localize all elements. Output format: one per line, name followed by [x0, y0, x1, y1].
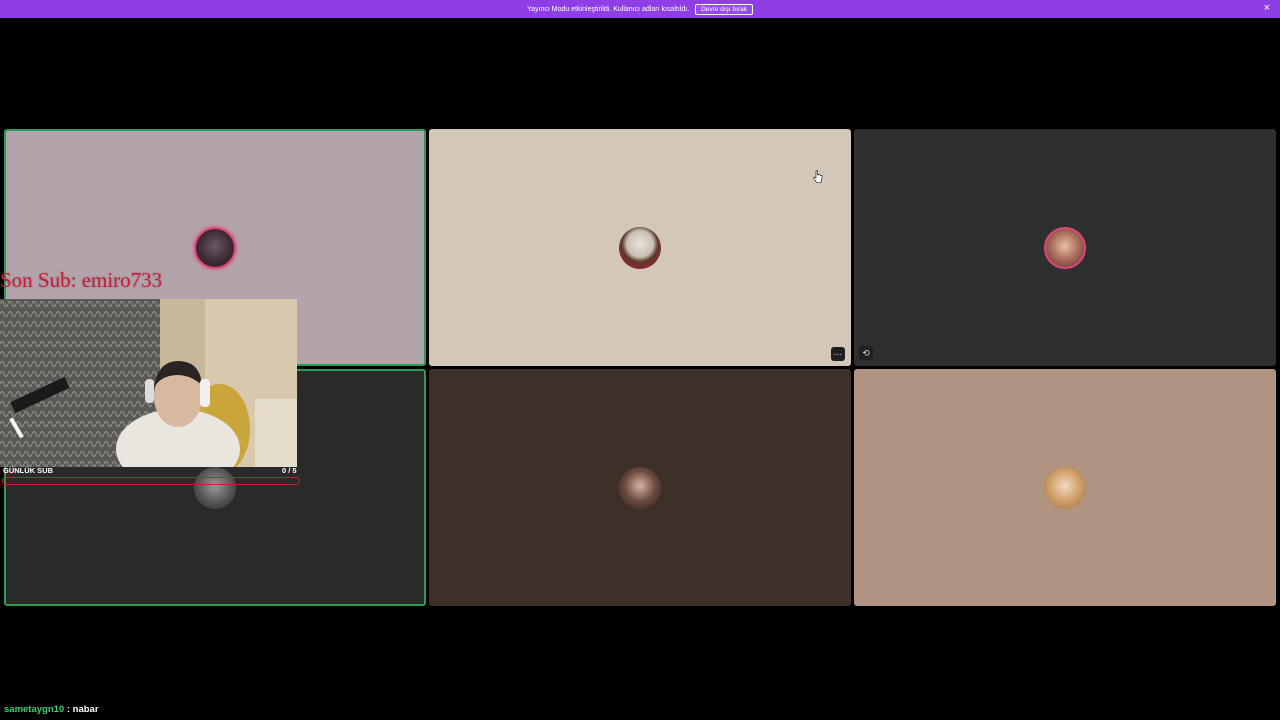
- daily-sub-count: 0 / 5: [282, 466, 297, 475]
- close-icon[interactable]: ×: [1264, 2, 1270, 14]
- streamer-mode-message: Yayıncı Modu etkinleştirildi. Kullanıcı …: [527, 5, 690, 13]
- participant-tile-5[interactable]: [429, 369, 851, 606]
- more-options-icon[interactable]: ⋯: [831, 347, 845, 361]
- chat-separator: :: [64, 704, 73, 715]
- chat-username: sametaygn10: [4, 704, 65, 715]
- daily-sub-progress-bar: [2, 477, 300, 485]
- last-sub-text: Son Sub: emiro733: [0, 268, 163, 292]
- participant-tile-6[interactable]: [854, 369, 1276, 606]
- streamer-webcam: [0, 299, 297, 467]
- participant-tile-3[interactable]: ⟲: [854, 129, 1276, 366]
- streamer-mode-banner: Yayıncı Modu etkinleştirildi. Kullanıcı …: [0, 0, 1280, 18]
- participant-avatar: [194, 466, 236, 509]
- participant-avatar: [1044, 466, 1086, 509]
- chat-text: nabar: [72, 704, 99, 715]
- crop-icon[interactable]: ⟲: [859, 346, 873, 360]
- daily-sub-label: GÜNLÜK SUB: [3, 466, 53, 475]
- participant-tile-2[interactable]: ⋯: [429, 129, 851, 366]
- participant-avatar: [619, 226, 661, 269]
- disable-streamer-mode-button[interactable]: Devre dışı bırak: [695, 3, 753, 15]
- chat-message: sametaygn10 : nabar: [4, 704, 99, 715]
- hand-cursor-icon: [813, 170, 823, 189]
- participant-avatar: [619, 466, 661, 509]
- participant-avatar: [1044, 226, 1086, 269]
- participant-avatar: [194, 226, 236, 269]
